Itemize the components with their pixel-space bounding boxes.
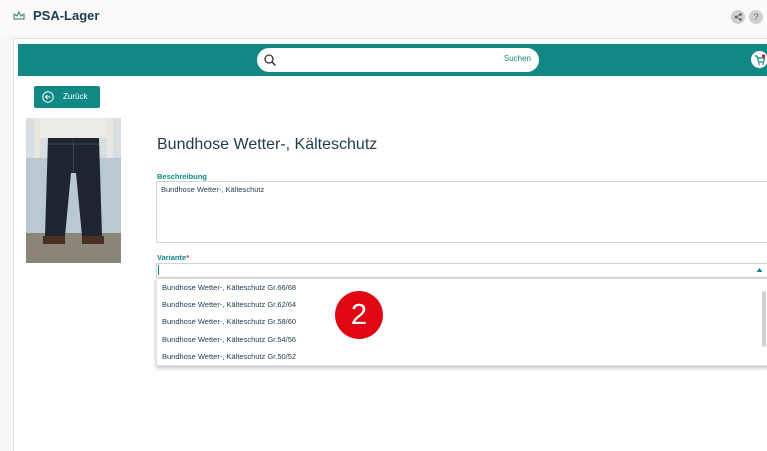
text-cursor: [158, 265, 159, 275]
search-box: Suchen: [257, 48, 539, 72]
variant-option[interactable]: Bundhose Wetter-, Kälteschutz Gr.50/52: [162, 352, 296, 361]
variant-option[interactable]: Bundhose Wetter-, Kälteschutz Gr.62/64: [162, 300, 296, 309]
variant-select[interactable]: [156, 263, 767, 278]
description-text: Bundhose Wetter-, Kälteschutz: [161, 185, 265, 194]
chevron-up-icon[interactable]: [756, 267, 763, 273]
search-icon: [264, 54, 276, 66]
content-frame: [13, 38, 767, 451]
dropdown-scrollbar[interactable]: [762, 285, 766, 359]
arrow-left-circle-icon: [42, 91, 54, 103]
variant-dropdown: Bundhose Wetter-, Kälteschutz Gr.66/68 B…: [156, 278, 767, 366]
top-bar: PSA-Lager ?: [0, 0, 767, 36]
app-title: PSA-Lager: [33, 8, 100, 23]
share-button[interactable]: [731, 10, 745, 24]
search-input[interactable]: [281, 51, 485, 71]
cart-button[interactable]: [751, 51, 767, 68]
help-icon: ?: [753, 12, 759, 22]
description-label: Beschreibung: [157, 172, 208, 181]
back-button[interactable]: Zurück: [34, 86, 100, 108]
product-title: Bundhose Wetter-, Kälteschutz: [157, 136, 378, 153]
description-field[interactable]: Bundhose Wetter-, Kälteschutz: [156, 181, 767, 243]
share-icon: [734, 13, 742, 21]
variant-option[interactable]: Bundhose Wetter-, Kälteschutz Gr.58/60: [162, 317, 296, 326]
required-mark: *: [186, 253, 190, 262]
search-button[interactable]: Suchen: [504, 54, 531, 63]
scrollbar-thumb[interactable]: [762, 291, 766, 347]
cart-icon: [755, 54, 766, 65]
crown-icon: [13, 10, 25, 20]
back-button-label: Zurück: [63, 92, 88, 101]
variant-option[interactable]: Bundhose Wetter-, Kälteschutz Gr.54/56: [162, 335, 296, 344]
variant-option[interactable]: Bundhose Wetter-, Kälteschutz Gr.66/68: [162, 283, 296, 292]
variant-label: Variante*: [157, 253, 189, 262]
help-button[interactable]: ?: [749, 10, 763, 24]
variant-label-text: Variante: [157, 253, 187, 262]
product-image: [26, 118, 121, 263]
step-badge: 2: [335, 291, 383, 339]
